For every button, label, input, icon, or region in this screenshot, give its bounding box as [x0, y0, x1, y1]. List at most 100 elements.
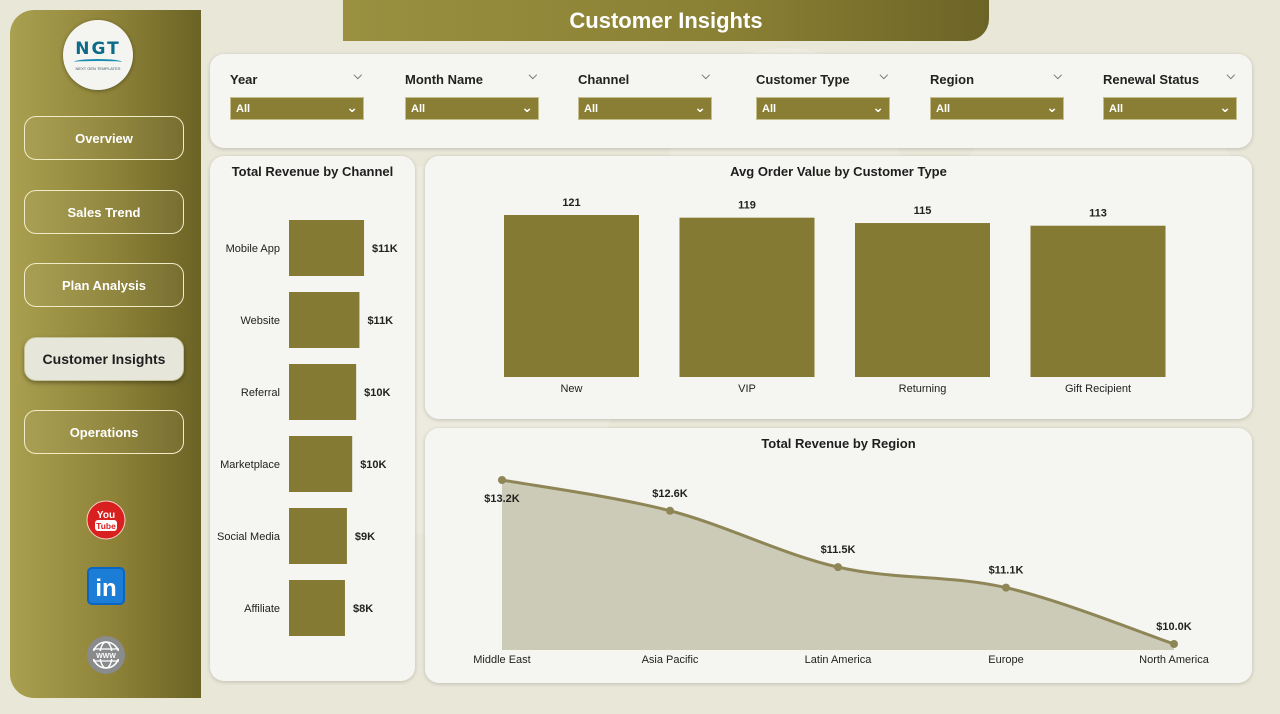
data-point [666, 506, 674, 515]
filter-channel: Channel ⌵ All ⌄ [578, 70, 712, 120]
data-label: $12.6K [652, 488, 688, 500]
filter-label-text: Month Name [405, 72, 483, 87]
nav-label: Sales Trend [67, 204, 141, 220]
filter-label: Renewal Status ⌵ [1103, 70, 1237, 88]
bar [289, 580, 345, 636]
category-label: Asia Pacific [642, 654, 699, 666]
company-logo: NGT NEXT GEN TEMPLATES [63, 20, 133, 90]
renewal-status-dropdown[interactable]: All ⌄ [1103, 97, 1237, 120]
data-label: $10.0K [1156, 621, 1192, 633]
category-label: Middle East [473, 654, 530, 666]
nav-plan-analysis-button[interactable]: Plan Analysis [24, 263, 184, 307]
data-label: $9K [355, 531, 375, 543]
data-label: $10K [360, 459, 386, 471]
revenue-by-region-chart: $13.2K Middle East $12.6K Asia Pacific $11.5… [473, 476, 1210, 666]
filter-label: Region ⌵ [930, 70, 1064, 88]
filter-label: Customer Type ⌵ [756, 70, 890, 88]
data-label: $8K [353, 603, 373, 615]
bar [289, 364, 357, 420]
youtube-icon[interactable]: You Tube [86, 500, 126, 540]
avg-order-value-card: Avg Order Value by Customer Type 121 New 1… [425, 156, 1252, 419]
filter-label-text: Channel [578, 72, 630, 87]
dropdown-value: All [584, 102, 599, 115]
chevron-down-icon: ⌄ [1046, 99, 1058, 115]
year-dropdown[interactable]: All ⌄ [230, 97, 364, 120]
svg-text:WWW: WWW [96, 653, 116, 660]
category-label: Mobile App [226, 243, 280, 255]
category-label: VIP [738, 383, 756, 395]
data-label: 121 [562, 197, 580, 209]
chevron-down-icon[interactable]: ⌵ [702, 70, 710, 83]
data-label: $13.2K [484, 493, 520, 505]
chevron-down-icon: ⌄ [694, 99, 706, 115]
sidebar: NGT NEXT GEN TEMPLATES Overview Sales Tr… [10, 10, 201, 698]
customer-type-dropdown[interactable]: All ⌄ [756, 97, 890, 120]
filter-label: Year ⌵ [230, 70, 364, 88]
filter-label: Month Name ⌵ [405, 70, 539, 88]
chevron-down-icon[interactable]: ⌵ [1227, 70, 1235, 83]
filter-renewal-status: Renewal Status ⌵ All ⌄ [1103, 70, 1237, 120]
logo-swoosh [74, 58, 122, 65]
category-label: Latin America [805, 654, 873, 666]
chevron-down-icon[interactable]: ⌵ [880, 70, 888, 83]
chevron-down-icon: ⌄ [346, 99, 358, 115]
bar [289, 220, 365, 276]
dropdown-value: All [236, 102, 251, 115]
data-label: $11.5K [821, 544, 856, 556]
filter-month-name: Month Name ⌵ All ⌄ [405, 70, 539, 120]
website-globe-icon[interactable]: WWW [86, 635, 126, 675]
dropdown-value: All [762, 102, 777, 115]
nav-label: Operations [69, 424, 139, 440]
category-label: Referral [241, 387, 280, 399]
svg-text:in: in [95, 575, 116, 602]
bar [504, 215, 639, 377]
channel-dropdown[interactable]: All ⌄ [578, 97, 712, 120]
nav-label: Customer Insights [42, 351, 166, 367]
bar [855, 223, 990, 377]
category-label: Gift Recipient [1065, 383, 1131, 395]
data-point [1002, 583, 1010, 592]
data-point [498, 476, 506, 484]
month-name-dropdown[interactable]: All ⌄ [405, 97, 539, 120]
dropdown-value: All [936, 102, 951, 115]
data-label: $11K [372, 243, 398, 255]
svg-text:Tube: Tube [96, 521, 116, 531]
category-label: Marketplace [220, 459, 280, 471]
chevron-down-icon[interactable]: ⌵ [529, 70, 537, 83]
category-label: Returning [899, 383, 947, 395]
region-dropdown[interactable]: All ⌄ [930, 97, 1064, 120]
nav-operations-button[interactable]: Operations [24, 410, 184, 454]
category-label: Social Media [217, 531, 281, 543]
filter-label-text: Renewal Status [1103, 72, 1200, 87]
data-label: $11.1K [989, 565, 1024, 577]
filter-label-text: Year [230, 72, 258, 87]
category-label: Affiliate [244, 603, 280, 615]
category-label: Europe [988, 654, 1023, 666]
bar [679, 217, 815, 377]
data-label: $10K [364, 387, 390, 399]
chevron-down-icon[interactable]: ⌵ [1054, 70, 1062, 83]
data-point [1170, 640, 1178, 648]
chevron-down-icon[interactable]: ⌵ [354, 70, 362, 83]
nav-overview-button[interactable]: Overview [24, 116, 184, 160]
revenue-by-region-card: Total Revenue by Region $13.2K Middle Eas… [425, 428, 1252, 683]
linkedin-icon[interactable]: in [86, 566, 126, 606]
filter-label-text: Region [930, 72, 975, 87]
page-title: Customer Insights [569, 7, 763, 33]
nav-label: Plan Analysis [61, 277, 147, 293]
nav-customer-insights-button[interactable]: Customer Insights [24, 337, 184, 381]
bar [289, 508, 347, 564]
dropdown-value: All [1109, 102, 1124, 115]
chevron-down-icon: ⌄ [872, 99, 884, 115]
filter-panel: Year ⌵ All ⌄ Month Name ⌵ All ⌄ Channel … [210, 54, 1252, 148]
logo-mark: NGT [75, 38, 121, 59]
nav-sales-trend-button[interactable]: Sales Trend [24, 190, 184, 234]
bar [1030, 225, 1166, 377]
chevron-down-icon: ⌄ [1219, 99, 1231, 115]
filter-label-text: Customer Type [756, 72, 850, 87]
category-label: New [560, 383, 582, 395]
revenue-by-channel-chart: Mobile App $11K Website $11K Referral $10K Mar… [217, 220, 398, 636]
svg-text:You: You [97, 510, 115, 521]
nav-label: Overview [75, 130, 133, 146]
chevron-down-icon: ⌄ [521, 99, 533, 115]
